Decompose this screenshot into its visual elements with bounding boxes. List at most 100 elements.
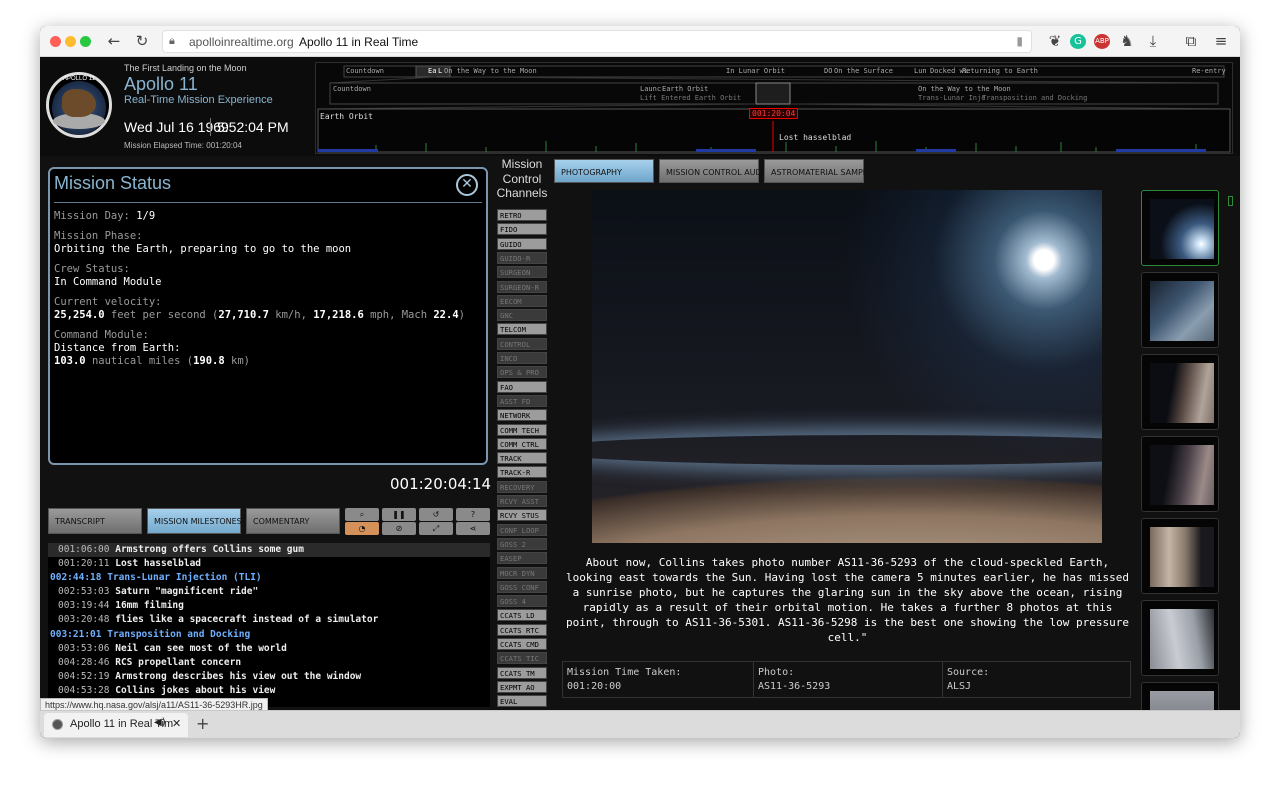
milestone-row[interactable]: 004:53:28 Collins jokes about his view <box>48 684 490 698</box>
share-icon[interactable]: ⋖ <box>456 522 490 535</box>
back-icon[interactable]: ← <box>104 31 124 51</box>
mcc-channel[interactable]: OPS & PRO <box>497 366 547 379</box>
mcc-channel[interactable]: FAO <box>497 380 547 393</box>
mcc-channel[interactable]: CCATS CMD <box>497 638 547 650</box>
mcc-channel[interactable]: GNC <box>497 309 547 322</box>
share-icon[interactable]: ⧉ <box>1182 31 1200 51</box>
meta-source: Source: ALSJ <box>943 662 1130 697</box>
help-icon[interactable]: ? <box>456 508 490 521</box>
milestone-row[interactable]: 004:28:46 RCS propellant concern <box>48 656 490 670</box>
grammarly-icon[interactable]: G <box>1070 34 1086 49</box>
extension-bird-icon[interactable]: ❦ <box>1046 31 1064 51</box>
mcc-channel[interactable]: TRACK <box>497 452 547 465</box>
milestone-row[interactable]: 001:06:00 Armstrong offers Collins some … <box>48 543 490 558</box>
mcc-channel[interactable]: CCATS TM <box>497 666 547 679</box>
mcc-channel[interactable]: SURGEON <box>497 266 547 279</box>
pause-icon[interactable]: ❚❚ <box>382 508 416 521</box>
tab-transcript[interactable]: TRANSCRIPT <box>48 508 142 534</box>
mcc-channel[interactable]: INCO <box>497 352 547 364</box>
browser-tab[interactable]: Apollo 11 in Real Tim ◀) ✕ <box>44 713 188 737</box>
mission-timeline[interactable]: Countdown Ea L On the Way to the Moon In… <box>315 62 1233 154</box>
mcc-channel[interactable]: EASEP <box>497 552 547 565</box>
thumbnail[interactable] <box>1141 682 1219 710</box>
close-icon[interactable]: ✕ <box>456 174 478 196</box>
mcc-channel[interactable]: GOSS 4 <box>497 595 547 608</box>
mcc-heading-line: Channels <box>496 186 548 200</box>
milestones-list[interactable]: 001:06:00 Armstrong offers Collins some … <box>48 543 490 707</box>
milestone-row[interactable]: 003:53:06 Neil can see most of the world <box>48 642 490 656</box>
mcc-channel[interactable]: EVAL <box>497 695 547 708</box>
mcc-channel[interactable]: MOCR DYN <box>497 566 547 579</box>
menu-icon[interactable]: ≡ <box>1212 31 1230 51</box>
mcc-channel[interactable]: NETWORK <box>497 409 547 422</box>
url-domain: apolloinrealtime.org <box>189 35 294 49</box>
zoom-window-button[interactable] <box>80 36 91 47</box>
milestone-text: RCS propellant concern <box>115 656 242 668</box>
mcc-channel[interactable]: ASST FD <box>497 394 547 407</box>
milestone-key-row[interactable]: 002:44:18 Trans-Lunar Injection (TLI) <box>48 571 490 585</box>
mute-icon[interactable]: ⊘ <box>382 522 416 535</box>
thumbnail[interactable] <box>1141 190 1219 266</box>
mcc-channel[interactable]: FIDO <box>497 223 547 236</box>
tab-astromaterial-samples[interactable]: ASTROMATERIAL SAMPLES <box>764 159 877 183</box>
mcc-channel[interactable]: RCVY ASST <box>497 495 547 507</box>
minimize-window-button[interactable] <box>65 36 76 47</box>
mcc-channel[interactable]: RCVY STUS <box>497 509 547 522</box>
browser-window: ← ↻ 🔒︎ apolloinrealtime.org Apollo 11 in… <box>40 26 1240 738</box>
mcc-channel[interactable]: RECOVERY <box>497 480 547 493</box>
thumbnail[interactable] <box>1141 354 1219 430</box>
milestone-time: 002:44:18 <box>50 572 102 584</box>
mcc-channel[interactable]: TRACK-R <box>497 466 547 479</box>
address-bar[interactable]: 🔒︎ apolloinrealtime.org Apollo 11 in Rea… <box>162 30 1032 53</box>
reload-icon[interactable]: ↻ <box>132 31 152 51</box>
milestone-time: 004:52:19 <box>58 670 110 682</box>
mcc-channel[interactable]: GUIDO <box>497 237 547 250</box>
bookmark-icon[interactable]: ▮ <box>1016 34 1023 48</box>
tab-mission-milestones[interactable]: MISSION MILESTONES <box>147 508 242 534</box>
milestone-row[interactable]: 001:20:11 Lost hasselblad <box>48 557 490 571</box>
mcc-channel[interactable]: TELCOM <box>497 323 547 336</box>
new-tab-icon[interactable]: + <box>196 714 209 733</box>
thumbnail[interactable] <box>1141 600 1219 676</box>
mcc-channel[interactable]: COMM CTRL <box>497 437 547 450</box>
mcc-channel[interactable]: GOSS 2 <box>497 537 547 550</box>
photo-caption: About now, Collins takes photo number AS… <box>566 556 1129 644</box>
mcc-channel[interactable]: CCATS RTC <box>497 623 547 636</box>
close-tab-icon[interactable]: ✕ <box>172 717 181 730</box>
thumbnail-scroll-indicator[interactable] <box>1228 196 1233 206</box>
history-icon[interactable]: ↺ <box>419 508 453 521</box>
mcc-channel[interactable]: RETRO <box>497 209 547 221</box>
mcc-channel[interactable]: CONF LOOP <box>497 523 547 536</box>
mcc-channel[interactable]: CONTROL <box>497 337 547 350</box>
fullscreen-icon[interactable]: ⤢ <box>419 522 453 535</box>
extension-horse-icon[interactable]: ♞ <box>1118 31 1136 51</box>
download-icon[interactable]: ⤓ <box>1144 31 1162 51</box>
mcc-channel[interactable]: GOSS CONF <box>497 580 547 593</box>
tab-mission-control-audio[interactable]: MISSION CONTROL AUDIO <box>659 159 770 183</box>
mcc-channel[interactable]: GUIDO-R <box>497 251 547 264</box>
tab-commentary[interactable]: COMMENTARY <box>246 508 340 534</box>
adblock-icon[interactable]: ABP <box>1094 34 1110 49</box>
search-icon[interactable]: ⌕ <box>345 508 379 521</box>
mcc-channel[interactable]: COMM TECH <box>497 423 547 436</box>
speedometer-icon[interactable]: ◔ <box>345 522 379 535</box>
mcc-channel[interactable]: CCATS LD <box>497 609 547 622</box>
milestone-key-row[interactable]: 003:21:01 Transposition and Docking <box>48 628 490 642</box>
thumbnail[interactable] <box>1141 272 1219 348</box>
mcc-channel[interactable]: SURGEON-R <box>497 280 547 293</box>
milestone-row[interactable]: 003:20:48 flies like a spacecraft instea… <box>48 613 490 627</box>
close-window-button[interactable] <box>50 36 61 47</box>
milestone-row[interactable]: 003:19:44 16mm filming <box>48 599 490 613</box>
milestone-row[interactable]: 002:53:03 Saturn "magnificent ride" <box>48 585 490 599</box>
tab-photography[interactable]: PHOTOGRAPHY <box>554 159 654 183</box>
timeline-current-time: 001:20:04 <box>749 108 799 119</box>
thumbnail[interactable] <box>1141 518 1219 594</box>
thumbnail[interactable] <box>1141 436 1219 512</box>
mcc-channel[interactable]: CCATS TIC <box>497 652 547 665</box>
mcc-channel[interactable]: EXPMT AO <box>497 680 547 693</box>
earth-sunrise-photo[interactable] <box>592 190 1102 543</box>
speaker-icon[interactable]: ◀) <box>154 717 166 728</box>
mcc-channel[interactable]: EECOM <box>497 294 547 307</box>
header-subtitle: The First Landing on the Moon <box>124 63 247 73</box>
milestone-row[interactable]: 004:52:19 Armstrong describes his view o… <box>48 670 490 684</box>
